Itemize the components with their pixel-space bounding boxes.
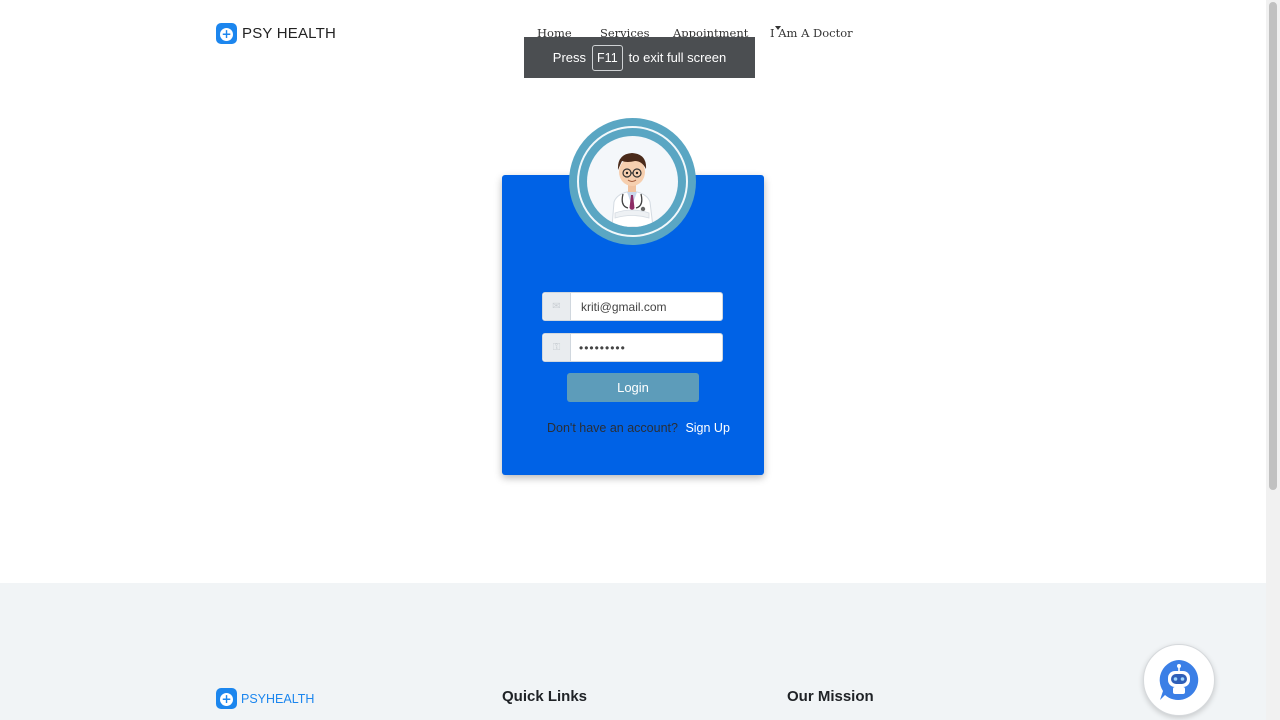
toast-text-before: Press: [552, 50, 587, 65]
page-scrollbar[interactable]: [1266, 0, 1280, 720]
brand-name: PSY HEALTH: [242, 25, 336, 42]
signup-link[interactable]: Sign Up: [685, 421, 729, 435]
footer-brand-name: PSYHEALTH: [241, 691, 315, 706]
chatbot-button[interactable]: [1143, 644, 1215, 716]
nav-doctor-label: I Am A Doctor: [770, 26, 853, 40]
toast-key: F11: [592, 44, 623, 71]
user-icon: ✉: [543, 293, 571, 320]
plus-cross-icon: +: [216, 688, 237, 709]
plus-cross-icon: +: [216, 23, 237, 44]
footer: [0, 583, 1266, 720]
toast-text-after: to exit full screen: [628, 50, 727, 65]
footer-heading-quick-links: Quick Links: [502, 688, 588, 705]
footer-heading-mission: Our Mission: [787, 688, 874, 705]
email-input[interactable]: [571, 293, 722, 320]
footer-brand[interactable]: + PSYHEALTH: [216, 688, 314, 709]
fullscreen-notice: Press F11 to exit full screen: [524, 37, 755, 78]
no-account-text: Don't have an account?: [547, 421, 678, 435]
password-input[interactable]: [571, 334, 722, 361]
caret-down-icon: [775, 26, 781, 30]
email-field: ✉: [542, 292, 723, 321]
chatbot-robot-icon: [1159, 660, 1199, 700]
signup-prompt: Don't have an account? Sign Up: [547, 421, 730, 435]
brand-logo-link[interactable]: + PSY HEALTH: [216, 23, 336, 44]
scrollbar-thumb[interactable]: [1269, 2, 1277, 490]
doctor-avatar: [569, 118, 696, 245]
doctor-illustration-icon: [611, 153, 654, 227]
password-field: ⚿: [542, 333, 723, 362]
lock-icon: ⚿: [543, 334, 571, 361]
login-button[interactable]: Login: [567, 373, 699, 402]
